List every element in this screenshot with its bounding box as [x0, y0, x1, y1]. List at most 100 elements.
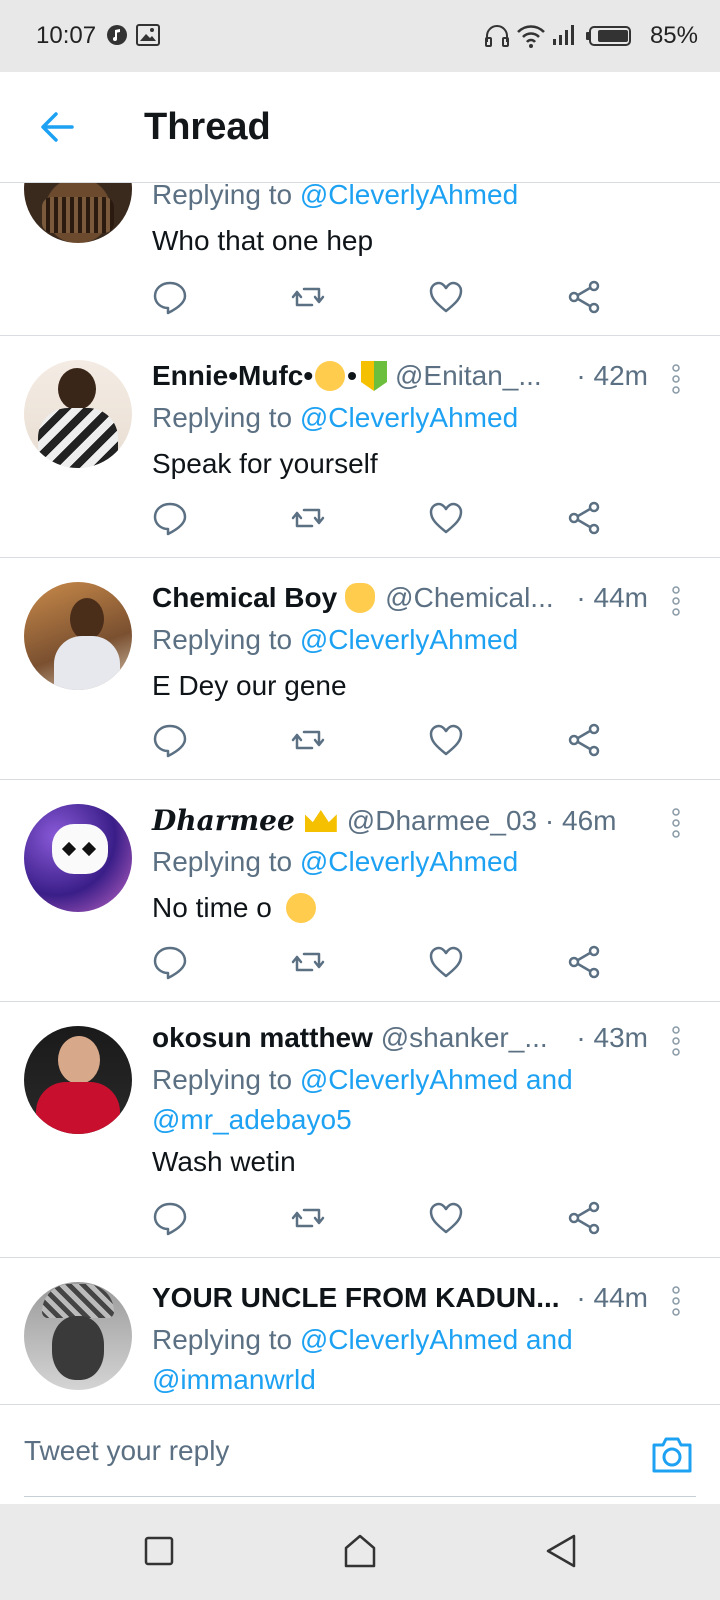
avatar[interactable]: [24, 1282, 132, 1390]
reply-icon[interactable]: [152, 944, 188, 980]
reply-mention-link[interactable]: @mr_adebayo5: [152, 1104, 352, 1135]
arrow-left-icon[interactable]: [38, 108, 76, 146]
display-name[interactable]: Ennie•Mufc•: [152, 360, 313, 391]
tweet-header: Dharmee @Dharmee_03 · 46m: [152, 804, 616, 844]
replying-to: Replying to @CleverlyAhmed and @immanwrl…: [152, 1324, 573, 1395]
ok-hand-emoji-icon: [345, 583, 376, 613]
tweet-header: YOUR UNCLE FROM KADUN...: [152, 1282, 560, 1322]
reply-icon[interactable]: [152, 1200, 188, 1236]
thread-header: Thread: [0, 72, 720, 183]
tweet-actions: [152, 279, 622, 319]
tweet-time: · 44m: [576, 582, 648, 613]
back-triangle-icon[interactable]: [540, 1530, 582, 1572]
tweet-actions: [152, 944, 622, 984]
share-icon[interactable]: [566, 500, 602, 536]
battery-icon: [586, 26, 631, 46]
share-icon[interactable]: [566, 944, 602, 980]
like-icon[interactable]: [428, 944, 464, 980]
tweet-actions: [152, 722, 622, 762]
tweet-text: Wash wetin: [152, 1146, 296, 1177]
reply-mention-link[interactable]: @CleverlyAhmed and: [300, 1324, 573, 1355]
like-icon[interactable]: [428, 722, 464, 758]
more-options-icon[interactable]: [672, 1026, 680, 1056]
reply-mention-link[interactable]: @CleverlyAhmed and: [300, 1064, 573, 1095]
more-options-icon[interactable]: [672, 586, 680, 616]
tears-of-joy-emoji-icon: [285, 893, 316, 923]
retweet-icon[interactable]: [290, 944, 326, 980]
tweet-time: · 46m: [544, 805, 617, 836]
display-name[interactable]: Dharmee: [152, 804, 295, 837]
reply-mention-link[interactable]: @CleverlyAhmed: [300, 183, 518, 210]
crown-emoji-icon: [304, 810, 337, 832]
avatar[interactable]: [24, 360, 132, 468]
reply-input[interactable]: Tweet your reply: [24, 1435, 624, 1467]
retweet-icon[interactable]: [290, 279, 326, 315]
tweet-text: E Dey our gene: [152, 670, 347, 701]
replying-to: Replying to @CleverlyAhmed: [152, 846, 519, 877]
thread-feed[interactable]: Replying to @CleverlyAhmed Who that one …: [0, 183, 720, 1403]
retweet-icon[interactable]: [290, 500, 326, 536]
signal-icon: [553, 25, 574, 45]
page-title: Thread: [144, 106, 271, 148]
image-icon: [136, 24, 160, 46]
tweet[interactable]: YOUR UNCLE FROM KADUN... · 44m Replying …: [0, 1258, 720, 1403]
divider: [24, 1496, 696, 1497]
display-name[interactable]: YOUR UNCLE FROM KADUN...: [152, 1282, 560, 1313]
share-icon[interactable]: [566, 1200, 602, 1236]
reply-mention-link[interactable]: @CleverlyAhmed: [300, 846, 518, 877]
retweet-icon[interactable]: [290, 1200, 326, 1236]
tweet-text: Speak for yourself: [152, 448, 378, 479]
retweet-icon[interactable]: [290, 722, 326, 758]
tweet-text: Who that one hep: [152, 225, 374, 256]
avatar[interactable]: [24, 804, 132, 912]
avatar[interactable]: [24, 183, 132, 243]
replying-to: Replying to @CleverlyAhmed: [152, 402, 519, 433]
system-nav-bar: [0, 1504, 720, 1600]
handle[interactable]: @Enitan_...: [395, 360, 542, 391]
more-options-icon[interactable]: [672, 1286, 680, 1316]
display-name-separator: •: [347, 360, 357, 391]
tweet-header: Ennie•Mufc• • @Enitan_...: [152, 360, 542, 400]
home-icon[interactable]: [339, 1530, 381, 1572]
beginner-symbol-emoji-icon: [360, 361, 387, 391]
tweet-time: · 44m: [576, 1282, 648, 1313]
reply-icon[interactable]: [152, 722, 188, 758]
more-options-icon[interactable]: [672, 808, 680, 838]
shushing-face-emoji-icon: [315, 361, 346, 391]
handle[interactable]: @shanker_...: [381, 1022, 548, 1053]
tweet[interactable]: Chemical Boy @Chemical... · 44m Replying …: [0, 558, 720, 780]
share-icon[interactable]: [566, 722, 602, 758]
reply-composer: Tweet your reply: [0, 1404, 720, 1505]
handle[interactable]: @Chemical...: [385, 582, 553, 613]
recents-square-icon[interactable]: [138, 1530, 180, 1572]
more-options-icon[interactable]: [672, 364, 680, 394]
tweet-time: · 42m: [576, 360, 648, 391]
display-name[interactable]: okosun matthew: [152, 1022, 373, 1053]
camera-icon[interactable]: [650, 1435, 694, 1475]
reply-icon[interactable]: [152, 500, 188, 536]
tweet[interactable]: Replying to @CleverlyAhmed Who that one …: [0, 183, 720, 336]
share-icon[interactable]: [566, 279, 602, 315]
tweet-actions: [152, 500, 622, 540]
like-icon[interactable]: [428, 279, 464, 315]
avatar[interactable]: [24, 582, 132, 690]
like-icon[interactable]: [428, 1200, 464, 1236]
reply-mention-link[interactable]: @immanwrld: [152, 1364, 316, 1395]
like-icon[interactable]: [428, 500, 464, 536]
status-bar: 10:07 85%: [0, 0, 720, 72]
replying-to: Replying to @CleverlyAhmed: [152, 624, 519, 655]
avatar[interactable]: [24, 1026, 132, 1134]
display-name[interactable]: Chemical Boy: [152, 582, 337, 613]
tweet[interactable]: okosun matthew @shanker_... · 43m Replyi…: [0, 1002, 720, 1258]
battery-percent: 85%: [649, 22, 698, 49]
reply-mention-link[interactable]: @CleverlyAhmed: [300, 624, 518, 655]
tweet[interactable]: Dharmee @Dharmee_03 · 46m Replying to @Cl…: [0, 780, 720, 1002]
tweet[interactable]: Ennie•Mufc• • @Enitan_... · 42m Replying t…: [0, 336, 720, 558]
tweet-text: No time o: [152, 892, 316, 924]
reply-icon[interactable]: [152, 279, 188, 315]
tweet-header: Chemical Boy @Chemical...: [152, 582, 554, 622]
tweet-time: · 43m: [576, 1022, 648, 1053]
status-time: 10:07: [36, 22, 97, 49]
reply-mention-link[interactable]: @CleverlyAhmed: [300, 402, 518, 433]
handle[interactable]: @Dharmee_03: [347, 805, 537, 836]
